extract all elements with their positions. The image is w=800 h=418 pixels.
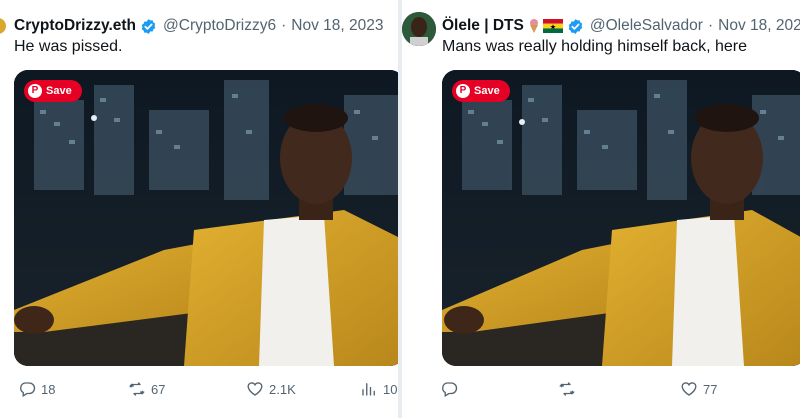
like-icon [681,382,697,396]
reply-count: 18 [41,381,56,397]
pinterest-icon: P [28,84,42,98]
media-image [14,70,398,366]
ghana-flag-icon [542,19,563,33]
retweet-button[interactable]: 67 [128,380,165,398]
display-name[interactable]: CryptoDrizzy.eth [14,17,136,35]
media-image [442,70,800,366]
action-bar: 18 67 2.1K 101 [0,378,398,400]
reply-button[interactable]: 18 [18,380,55,398]
pinterest-save-button[interactable]: P Save [452,80,510,102]
pinterest-icon: P [456,84,470,98]
reply-button[interactable] [440,380,458,398]
retweet-icon [559,382,575,396]
save-label: Save [46,85,72,97]
name-emoji-icons [527,18,563,34]
pinterest-save-button[interactable]: P Save [24,80,82,102]
handle[interactable]: @CryptoDrizzy6 [163,17,276,35]
retweet-count: 67 [151,381,166,397]
like-button[interactable]: 2.1K [246,380,296,398]
verified-badge-icon [568,18,583,34]
timestamp[interactable]: Nov 18, 2023 [718,17,800,35]
tweet-text: He was pissed. [14,38,123,55]
reply-icon [442,382,458,397]
save-label: Save [474,85,500,97]
timestamp[interactable]: Nov 18, 2023 [291,17,383,35]
separator: · [707,17,714,34]
separator: · [281,17,287,34]
tweet-header: CryptoDrizzy.eth @CryptoDrizzy6 · Nov 18… [14,14,383,38]
ice-cream-icon [529,19,538,33]
tweet-header: Ölele | DTS @OleleSalvador · Nov 18, 202… [442,14,800,38]
tweet-text: Mans was really holding himself back, he… [442,38,748,55]
avatar[interactable] [402,12,436,46]
views-button[interactable]: 101 [360,380,398,398]
tweet-media[interactable]: P Save [442,70,800,366]
avatar[interactable] [0,18,6,34]
retweet-icon [129,382,145,396]
left-tweet: CryptoDrizzy.eth @CryptoDrizzy6 · Nov 18… [0,0,398,418]
verified-badge-icon [141,18,156,34]
views-count: 101 [383,381,398,397]
tweet-media[interactable]: P Save [14,70,398,366]
reply-icon [20,382,36,397]
retweet-button[interactable] [558,380,576,398]
views-icon [362,383,375,396]
action-bar: 77 [402,378,800,400]
avatar-image [402,12,436,46]
display-name[interactable]: Ölele | DTS [442,17,524,35]
right-tweet: Ölele | DTS @OleleSalvador · Nov 18, 202… [402,0,800,418]
like-count: 2.1K [269,381,296,397]
like-icon [247,382,263,396]
like-button[interactable]: 77 [680,380,717,398]
handle[interactable]: @OleleSalvador [590,17,703,35]
like-count: 77 [703,381,718,397]
